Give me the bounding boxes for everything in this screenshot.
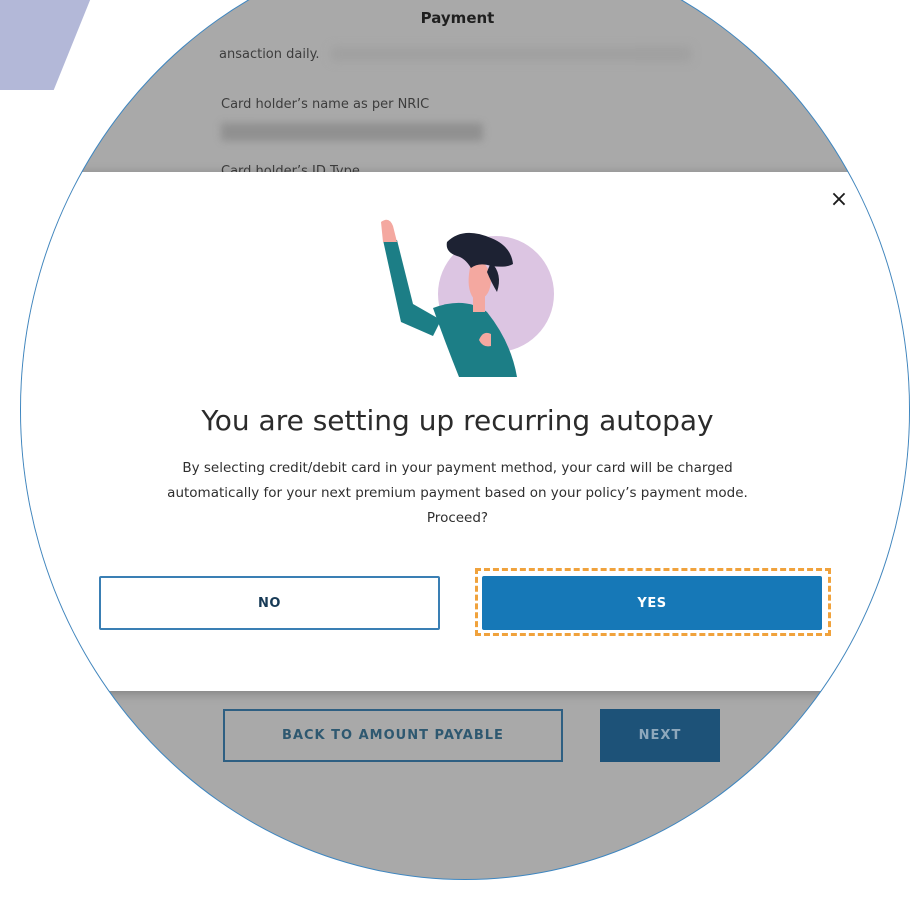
partial-text: ansaction daily. xyxy=(219,47,320,62)
modal-message-line: Proceed? xyxy=(426,510,489,526)
page-title: Payment xyxy=(420,9,495,27)
magnifier-lens: Payment ansaction daily. Card holder’s n… xyxy=(20,0,910,880)
modal-message: By selecting credit/debit card in your p… xyxy=(61,456,854,531)
redacted-text-top xyxy=(331,47,691,61)
waving-person-illustration xyxy=(381,219,554,377)
modal-title: You are setting up recurring autopay xyxy=(201,404,714,437)
next-button[interactable]: NEXT xyxy=(600,709,720,762)
back-to-amount-payable-button[interactable]: BACK TO AMOUNT PAYABLE xyxy=(223,709,563,762)
no-button[interactable]: NO xyxy=(99,576,440,630)
lens-content: Payment ansaction daily. Card holder’s n… xyxy=(21,1,909,879)
close-icon[interactable]: × xyxy=(827,188,851,212)
autopay-modal: × You are setting up recurring autopay B… xyxy=(21,172,909,691)
screenshot-stage: Payment ansaction daily. Card holder’s n… xyxy=(0,0,913,923)
modal-message-line: automatically for your next premium paym… xyxy=(167,485,748,501)
modal-message-line: By selecting credit/debit card in your p… xyxy=(182,460,733,476)
redacted-card-holder-name xyxy=(221,123,483,141)
yes-button[interactable]: YES xyxy=(482,576,822,630)
card-holder-name-label: Card holder’s name as per NRIC xyxy=(221,97,430,112)
